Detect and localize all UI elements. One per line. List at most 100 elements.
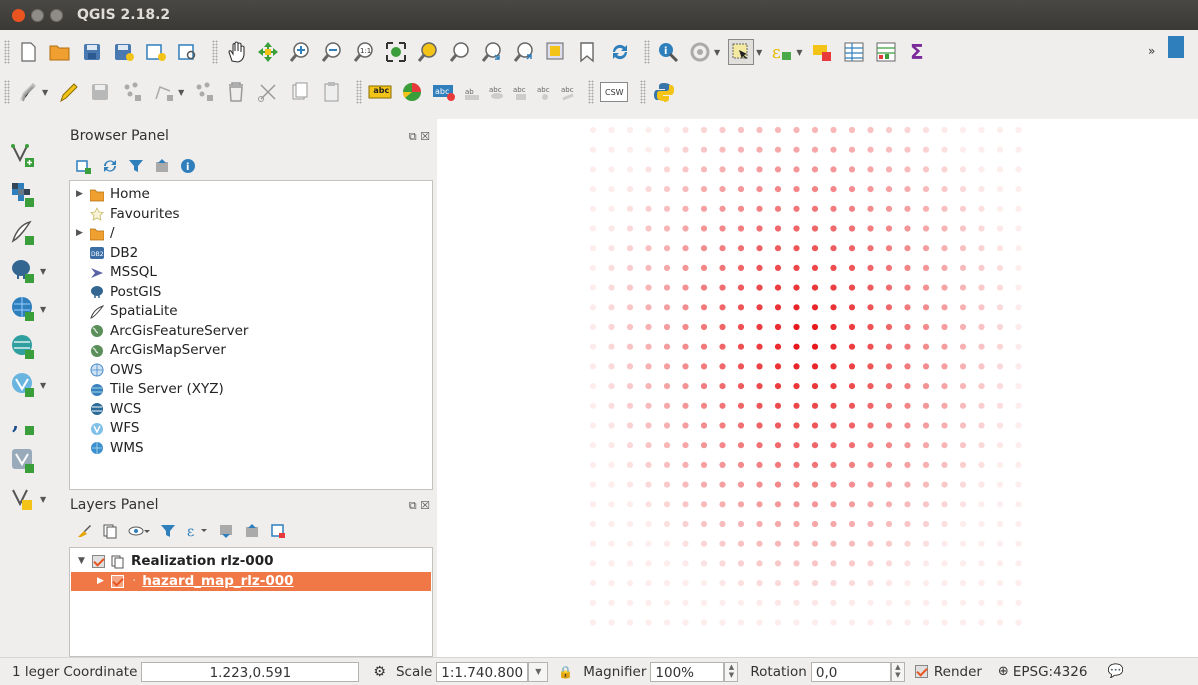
statistical-summary-icon[interactable] xyxy=(874,40,898,64)
filter-legend-icon[interactable] xyxy=(160,523,176,543)
zoom-full-icon[interactable] xyxy=(384,40,408,64)
remove-layer-icon[interactable] xyxy=(270,523,286,543)
map-canvas[interactable] xyxy=(437,119,1198,657)
toolbar-handle[interactable] xyxy=(4,80,10,104)
sum-sigma-icon[interactable]: Σ xyxy=(906,40,930,64)
layer-labeling-options-icon[interactable]: abc xyxy=(368,80,392,104)
new-project-icon[interactable] xyxy=(16,40,40,64)
toolbar-handle[interactable] xyxy=(356,80,363,104)
node-tool-icon[interactable] xyxy=(192,80,216,104)
save-layer-edits-icon[interactable] xyxy=(88,80,112,104)
new-vector-layer-icon[interactable] xyxy=(10,485,38,513)
browser-item[interactable]: ArcGisMapServer xyxy=(76,341,226,360)
add-wfs-layer-icon[interactable] xyxy=(10,371,38,399)
pan-hand-icon[interactable] xyxy=(224,40,248,64)
chevron-down-icon[interactable]: ▼ xyxy=(796,48,802,57)
chevron-down-icon[interactable]: ▼ xyxy=(40,495,46,504)
filter-icon[interactable] xyxy=(128,158,144,178)
identify-features-icon[interactable]: i xyxy=(656,40,680,64)
new-print-composer-icon[interactable] xyxy=(144,40,168,64)
highlight-pinned-labels-icon[interactable]: abc xyxy=(432,80,456,104)
attribute-table-icon[interactable] xyxy=(842,40,866,64)
expand-arrow-icon[interactable]: ▼ xyxy=(78,552,92,571)
toolbar-handle[interactable] xyxy=(640,80,647,104)
layer-diagram-options-icon[interactable] xyxy=(400,80,424,104)
collapse-all-icon[interactable] xyxy=(154,158,170,178)
zoom-out-icon[interactable] xyxy=(320,40,344,64)
toolbar-handle[interactable] xyxy=(4,40,10,64)
refresh-icon[interactable] xyxy=(102,158,118,178)
toggle-extents-icon[interactable]: ⚙ xyxy=(373,664,386,680)
add-wcs-layer-icon[interactable] xyxy=(10,333,38,361)
expand-arrow-icon[interactable]: ▶ xyxy=(97,572,111,591)
browser-item[interactable]: ▶ Home xyxy=(76,185,150,204)
copy-features-icon[interactable] xyxy=(288,80,312,104)
cut-features-icon[interactable] xyxy=(256,80,280,104)
browser-item[interactable]: Favourites xyxy=(76,205,180,224)
layer-group-row[interactable]: ▼ Realization rlz-000 xyxy=(78,552,273,571)
open-project-icon[interactable] xyxy=(48,40,72,64)
toolbar-handle[interactable] xyxy=(588,80,595,104)
select-features-icon[interactable] xyxy=(728,39,755,65)
add-group-icon[interactable] xyxy=(102,523,118,543)
toolbar-handle[interactable] xyxy=(212,40,218,64)
collapse-all-icon[interactable] xyxy=(244,523,260,543)
zoom-next-icon[interactable] xyxy=(512,40,536,64)
add-spatialite-layer-icon[interactable] xyxy=(10,219,38,247)
panel-float-close-icon[interactable]: ⧉ ☒ xyxy=(409,130,430,144)
paste-features-icon[interactable] xyxy=(320,80,344,104)
browser-item[interactable]: PostGIS xyxy=(76,283,161,302)
add-postgis-layer-icon[interactable] xyxy=(10,257,38,285)
chevron-down-icon[interactable]: ▼ xyxy=(178,88,184,97)
window-minimize-button[interactable] xyxy=(31,8,44,22)
panel-float-close-icon[interactable]: ⧉ ☒ xyxy=(409,499,430,513)
layer-visibility-checkbox[interactable] xyxy=(111,575,124,588)
chevron-down-icon[interactable]: ▼ xyxy=(42,88,48,97)
composer-manager-icon[interactable] xyxy=(176,40,200,64)
render-checkbox[interactable] xyxy=(914,665,928,678)
add-virtual-layer-icon[interactable] xyxy=(10,447,38,475)
expand-arrow-icon[interactable]: ▶ xyxy=(76,185,90,204)
add-vector-layer-icon[interactable] xyxy=(10,141,38,169)
browser-item[interactable]: WFS xyxy=(76,419,139,438)
chevron-down-icon[interactable]: ▼ xyxy=(756,48,762,57)
messages-icon[interactable]: 💬 xyxy=(1107,664,1123,679)
expand-all-icon[interactable] xyxy=(218,523,234,543)
add-wms-layer-icon[interactable] xyxy=(10,295,38,323)
crs-status-button[interactable]: EPSG:4326 xyxy=(1013,664,1088,680)
refresh-icon[interactable] xyxy=(608,40,632,64)
chevron-down-icon[interactable]: ▼ xyxy=(714,48,720,57)
pan-to-selection-icon[interactable] xyxy=(256,40,280,64)
magnifier-spinner[interactable]: ▲ ▼ xyxy=(724,661,739,682)
layer-row-selected[interactable]: ▶ · hazard_map_rlz-000 xyxy=(71,572,431,591)
zoom-native-resolution-icon[interactable]: 1:1 xyxy=(352,40,376,64)
magnifier-field[interactable]: 100% xyxy=(650,661,725,682)
properties-info-icon[interactable]: i xyxy=(180,158,196,178)
chevron-down-icon[interactable]: ▼ xyxy=(40,305,46,314)
lock-scale-icon[interactable]: 🔒 xyxy=(558,665,573,679)
browser-item[interactable]: ArcGisFeatureServer xyxy=(76,322,248,341)
help-icon[interactable] xyxy=(1168,36,1184,58)
window-maximize-button[interactable] xyxy=(50,8,63,22)
new-bookmark-icon[interactable] xyxy=(576,40,600,64)
current-edits-icon[interactable] xyxy=(16,80,40,104)
change-label-icon[interactable]: abc xyxy=(560,80,578,104)
window-close-button[interactable] xyxy=(12,8,25,22)
save-project-icon[interactable] xyxy=(80,40,104,64)
browser-item[interactable]: DB2 DB2 xyxy=(76,244,138,263)
deselect-all-icon[interactable] xyxy=(810,40,834,64)
add-feature-icon[interactable] xyxy=(120,80,144,104)
browser-item[interactable]: WMS xyxy=(76,439,144,458)
browser-item[interactable]: ▶ / xyxy=(76,224,115,243)
toolbar-overflow-icon[interactable]: » xyxy=(1148,44,1155,58)
manage-visibility-icon[interactable] xyxy=(128,523,150,543)
zoom-in-icon[interactable] xyxy=(288,40,312,64)
zoom-to-selection-icon[interactable] xyxy=(416,40,440,64)
delete-selected-icon[interactable] xyxy=(224,80,248,104)
select-by-expression-icon[interactable]: ε xyxy=(770,40,794,64)
run-feature-action-icon[interactable] xyxy=(688,40,712,64)
move-feature-icon[interactable] xyxy=(152,80,176,104)
browser-item[interactable]: SpatiaLite xyxy=(76,302,178,321)
chevron-down-icon[interactable]: ▼ xyxy=(40,381,46,390)
toolbar-handle[interactable] xyxy=(644,40,650,64)
